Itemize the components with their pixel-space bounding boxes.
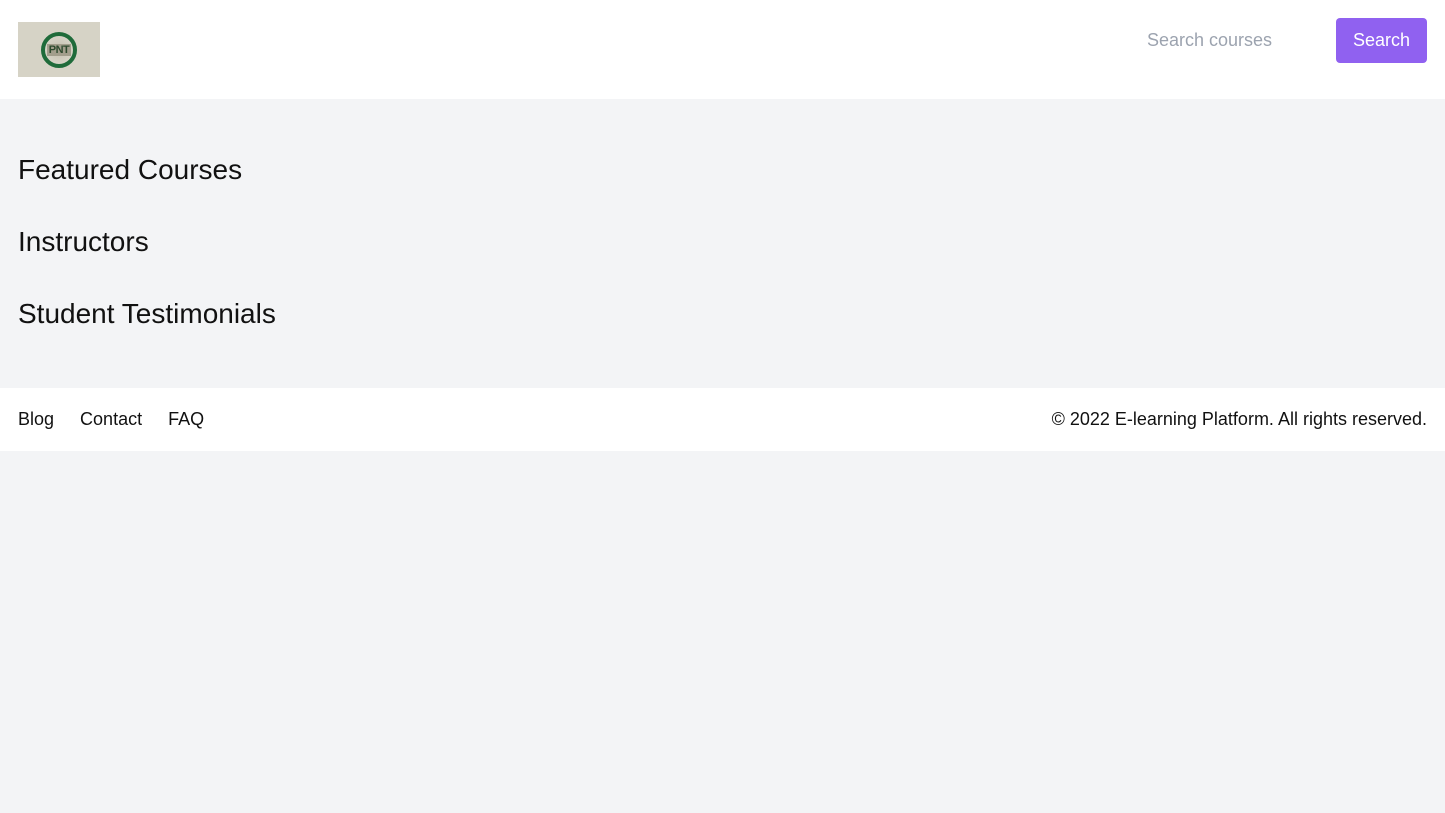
section-title-featured-courses: Featured Courses (18, 154, 243, 185)
logo-text: PNT (46, 43, 72, 56)
search-button[interactable]: Search (1336, 18, 1427, 63)
site-logo[interactable]: PNT (18, 22, 100, 77)
footer-nav: Blog Contact FAQ (18, 409, 225, 430)
search-form: Search (1139, 18, 1427, 63)
section-title-instructors: Instructors (18, 226, 149, 257)
footer-link-faq[interactable]: FAQ (168, 409, 204, 429)
logo-ring-icon: PNT (41, 31, 77, 68)
copyright-text: © 2022 E-learning Platform. All rights r… (1051, 409, 1427, 429)
footer-link-blog[interactable]: Blog (18, 409, 54, 429)
search-input[interactable] (1139, 18, 1329, 63)
main-content: Featured Courses Instructors Student Tes… (0, 99, 1445, 388)
section-title-student-testimonials: Student Testimonials (18, 298, 276, 329)
site-footer: Blog Contact FAQ © 2022 E-learning Platf… (0, 388, 1445, 451)
site-header: PNT Search (0, 0, 1445, 99)
footer-link-contact[interactable]: Contact (80, 409, 142, 429)
